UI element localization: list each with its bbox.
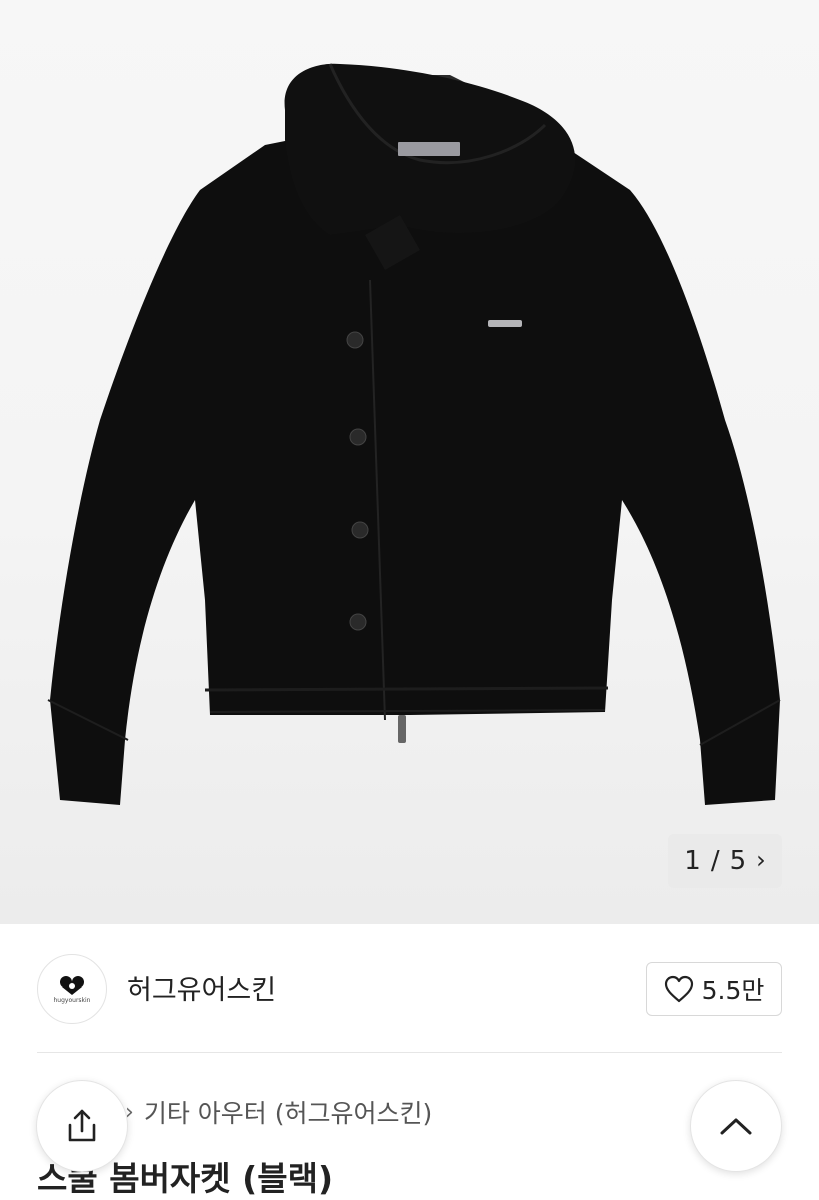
pager-total: 5: [729, 846, 747, 876]
image-pager[interactable]: 1 / 5 ›: [668, 834, 782, 888]
like-button[interactable]: 5.5만: [646, 962, 782, 1016]
share-upload-icon: [68, 1109, 96, 1142]
shop-name[interactable]: 허그유어스킨: [127, 968, 276, 1007]
pager-current: 1: [684, 846, 701, 876]
product-image-carousel[interactable]: 1 / 5 ›: [0, 0, 819, 924]
like-count: 5.5만: [701, 976, 765, 1005]
pager-separator: /: [710, 846, 720, 876]
breadcrumb-category[interactable]: 기타 아우터 (허그유어스킨): [144, 1094, 432, 1130]
heart-outline-icon: [664, 975, 693, 1003]
jacket-image: [47, 63, 781, 805]
share-button[interactable]: [36, 1080, 128, 1172]
chevron-right-icon: ›: [756, 846, 766, 874]
shop-logo-text: hugyourskin: [53, 996, 91, 1004]
chevron-up-icon: [720, 1118, 752, 1135]
scroll-top-button[interactable]: [690, 1080, 782, 1172]
shop-avatar[interactable]: hugyourskin: [37, 954, 107, 1024]
shop-info-row: hugyourskin 허그유어스킨 5.5만: [0, 924, 819, 1052]
section-divider: [37, 1052, 782, 1053]
shop-logo-icon: [60, 975, 84, 995]
